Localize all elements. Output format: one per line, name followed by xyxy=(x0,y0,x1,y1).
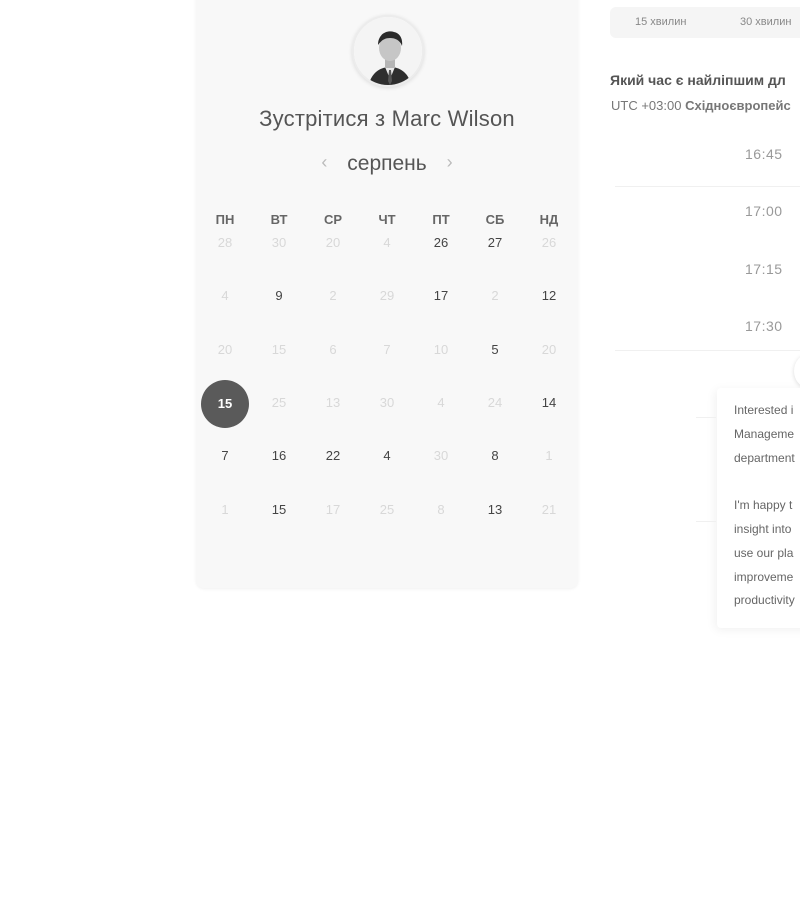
page-title: Зустрітися з Marc Wilson xyxy=(259,106,515,131)
calendar-day: 13 xyxy=(325,394,341,410)
time-slot[interactable]: 17:30 xyxy=(745,318,783,334)
weekday-header: ПН ВТ СР ЧТ ПТ СБ НД xyxy=(198,212,578,228)
calendar-day: 4 xyxy=(383,235,391,250)
calendar-day: 24 xyxy=(487,394,503,410)
note-line: productivity xyxy=(734,593,795,607)
calendar-day: 28 xyxy=(217,235,233,250)
calendar-day: 30 xyxy=(271,235,287,250)
timezone-offset: UTC +03:00 xyxy=(611,98,682,113)
note-line: Manageme xyxy=(734,427,795,441)
calendar-day: 30 xyxy=(379,394,395,410)
weekday-label: ЧТ xyxy=(378,212,396,227)
note-line: I'm happy t xyxy=(734,498,793,512)
calendar-day: 20 xyxy=(541,341,557,357)
calendar-day[interactable]: 26 xyxy=(414,234,468,254)
time-question: Який час є найліпшим дл xyxy=(610,72,786,88)
slot-divider xyxy=(615,186,800,187)
calendar-day: 17 xyxy=(325,501,341,517)
calendar-day: 20 xyxy=(325,235,341,250)
calendar-day[interactable]: 13 xyxy=(468,501,522,521)
chevron-left-icon[interactable]: ‹ xyxy=(307,152,341,173)
tab-15-min[interactable]: 15 хвилин xyxy=(635,16,686,28)
duration-tabs: 15 хвилин 30 хвилин xyxy=(610,7,800,38)
note-divider xyxy=(696,521,716,522)
calendar-day[interactable]: 8 xyxy=(468,447,522,467)
calendar-day[interactable]: 27 xyxy=(468,234,522,254)
calendar-day: 10 xyxy=(433,341,449,357)
weekday-label: СБ xyxy=(485,212,505,227)
calendar-day[interactable]: 15 xyxy=(252,501,306,521)
slot-divider xyxy=(615,350,800,351)
month-navigation: ‹ серпень › xyxy=(196,152,578,176)
calendar-day: 25 xyxy=(379,501,395,517)
note-line: use our pla xyxy=(734,546,794,560)
calendar-day: 4 xyxy=(437,394,445,410)
calendar-day[interactable]: 9 xyxy=(252,287,306,307)
calendar-day[interactable]: 7 xyxy=(198,447,252,467)
note-line: Interested i xyxy=(734,403,794,417)
calendar-day: 7 xyxy=(383,341,391,357)
calendar-day: 15 xyxy=(271,341,287,357)
weekday-label: НД xyxy=(539,212,559,227)
timezone-name: Східноєвропейс xyxy=(685,98,791,113)
note-line: improveme xyxy=(734,570,794,584)
weekday-label: ПТ xyxy=(432,212,450,227)
calendar-day[interactable]: 16 xyxy=(252,447,306,467)
calendar-day[interactable]: 17 xyxy=(414,287,468,307)
weekday-label: ПН xyxy=(215,212,235,227)
calendar-day: 1 xyxy=(545,448,553,464)
calendar-day: 1 xyxy=(221,501,229,517)
calendar-day: 25 xyxy=(271,394,287,410)
calendar-day: 6 xyxy=(329,341,337,357)
calendar-day: 20 xyxy=(217,341,233,357)
note-line: insight into xyxy=(734,522,792,536)
calendar-day[interactable]: 12 xyxy=(522,287,576,307)
calendar-day[interactable]: 22 xyxy=(306,447,360,467)
calendar-day[interactable]: 4 xyxy=(360,447,414,467)
weekday-label: ВТ xyxy=(270,212,288,227)
calendar-day[interactable]: 14 xyxy=(522,394,576,414)
weekday-label: СР xyxy=(323,212,343,227)
time-slot[interactable]: 17:00 xyxy=(745,203,783,219)
booking-page: Зустрітися з Marc Wilson ‹ серпень › ПН В… xyxy=(0,0,800,900)
calendar-day: 26 xyxy=(541,235,557,250)
calendar-day[interactable]: 5 xyxy=(468,341,522,361)
time-slot[interactable]: 17:15 xyxy=(745,261,783,277)
calendar-day: 2 xyxy=(329,288,337,304)
calendar-day: 30 xyxy=(433,448,449,464)
timezone-selector[interactable]: UTC +03:00 Східноєвропейс xyxy=(611,98,791,113)
note-divider xyxy=(696,417,716,418)
calendar-day: 8 xyxy=(437,501,445,517)
month-label: серпень xyxy=(347,152,427,175)
time-slot[interactable]: 16:45 xyxy=(745,146,783,162)
calendar-day-selected[interactable]: 15 xyxy=(201,379,249,428)
tab-30-min[interactable]: 30 хвилин xyxy=(740,16,791,28)
host-avatar xyxy=(352,15,424,87)
calendar-day: 21 xyxy=(541,501,557,517)
calendar-day: 29 xyxy=(379,288,395,304)
calendar-day: 4 xyxy=(221,288,229,304)
more-slots-button[interactable] xyxy=(794,354,800,388)
note-line: department xyxy=(734,451,795,465)
chevron-right-icon[interactable]: › xyxy=(433,152,467,173)
calendar-day: 2 xyxy=(491,288,499,304)
